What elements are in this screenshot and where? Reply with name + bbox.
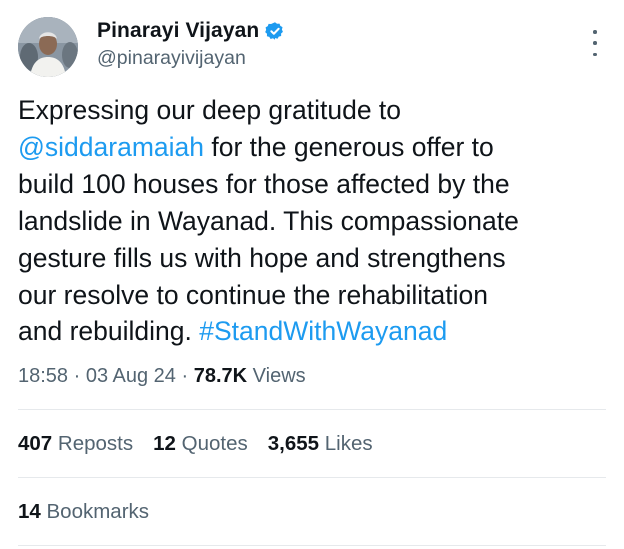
tweet-text-segment: gesture fills us with hope and strengthe… — [18, 242, 506, 273]
more-options-icon[interactable] — [584, 30, 606, 56]
tweet-text-segment: for the generous offer to — [204, 131, 494, 162]
tweet-text-line: @siddaramaiah for the generous offer to — [18, 129, 618, 166]
views-count: 78.7K — [193, 365, 248, 387]
bookmarks-count: 14 — [18, 500, 41, 523]
tweet-text-line: gesture fills us with hope and strengthe… — [18, 240, 618, 277]
likes-count: 3,655 — [267, 432, 320, 455]
tweet-text-segment: Expressing our deep gratitude to — [18, 95, 402, 125]
bookmarks-label: Bookmarks — [40, 500, 150, 523]
author-handle[interactable]: @pinarayivijayan — [97, 47, 246, 70]
likes-label: Likes — [319, 432, 373, 455]
tweet-text-segment: our resolve to continue the rehabilitati… — [18, 279, 488, 310]
tweet-text-segment: landslide in Wayanad. This compassionate — [18, 205, 519, 236]
tweet-card: Pinarayi Vijayan @pinarayivijayan Expres… — [0, 0, 624, 549]
hashtag-link[interactable]: #StandWithWayanad — [199, 316, 447, 346]
tweet-time[interactable]: 18:58 — [18, 365, 68, 387]
mention-link[interactable]: @siddaramaiah — [18, 132, 204, 162]
quotes-stat[interactable]: 12 Quotes — [153, 432, 248, 456]
author-avatar[interactable] — [18, 17, 78, 77]
engagement-stats: 407 Reposts 12 Quotes 3,655 Likes — [18, 432, 393, 456]
divider — [18, 545, 606, 546]
tweet-text-line: build 100 houses for those affected by t… — [18, 166, 618, 203]
tweet-text-line: our resolve to continue the rehabilitati… — [18, 277, 618, 314]
verified-badge-icon — [265, 21, 285, 41]
reposts-count: 407 — [18, 432, 53, 455]
tweet-text-segment: and rebuilding. — [18, 316, 200, 347]
tweet-text-line: Expressing our deep gratitude to — [18, 92, 618, 129]
tweet-meta: 18:58 · 03 Aug 24 · 78.7K Views — [18, 365, 306, 388]
likes-stat[interactable]: 3,655 Likes — [268, 432, 373, 456]
tweet-text: Expressing our deep gratitude to @siddara… — [18, 92, 618, 350]
profile-photo — [18, 17, 78, 77]
meta-separator: · — [175, 365, 194, 387]
reposts-stat[interactable]: 407 Reposts — [18, 432, 133, 456]
reposts-label: Reposts — [52, 432, 134, 455]
divider — [18, 409, 606, 410]
meta-separator: · — [68, 365, 86, 387]
tweet-text-line: landslide in Wayanad. This compassionate — [18, 203, 618, 240]
bookmarks-stat[interactable]: 14 Bookmarks — [18, 500, 149, 524]
author-name-row: Pinarayi Vijayan — [97, 19, 285, 43]
tweet-date[interactable]: 03 Aug 24 — [86, 365, 176, 387]
views-label: Views — [247, 365, 306, 387]
quotes-label: Quotes — [175, 432, 248, 455]
author-display-name[interactable]: Pinarayi Vijayan — [97, 19, 259, 43]
quotes-count: 12 — [153, 432, 176, 455]
divider — [18, 477, 606, 478]
tweet-text-segment: build 100 houses for those affected by t… — [18, 168, 510, 199]
tweet-text-line: and rebuilding. #StandWithWayanad — [18, 313, 618, 350]
